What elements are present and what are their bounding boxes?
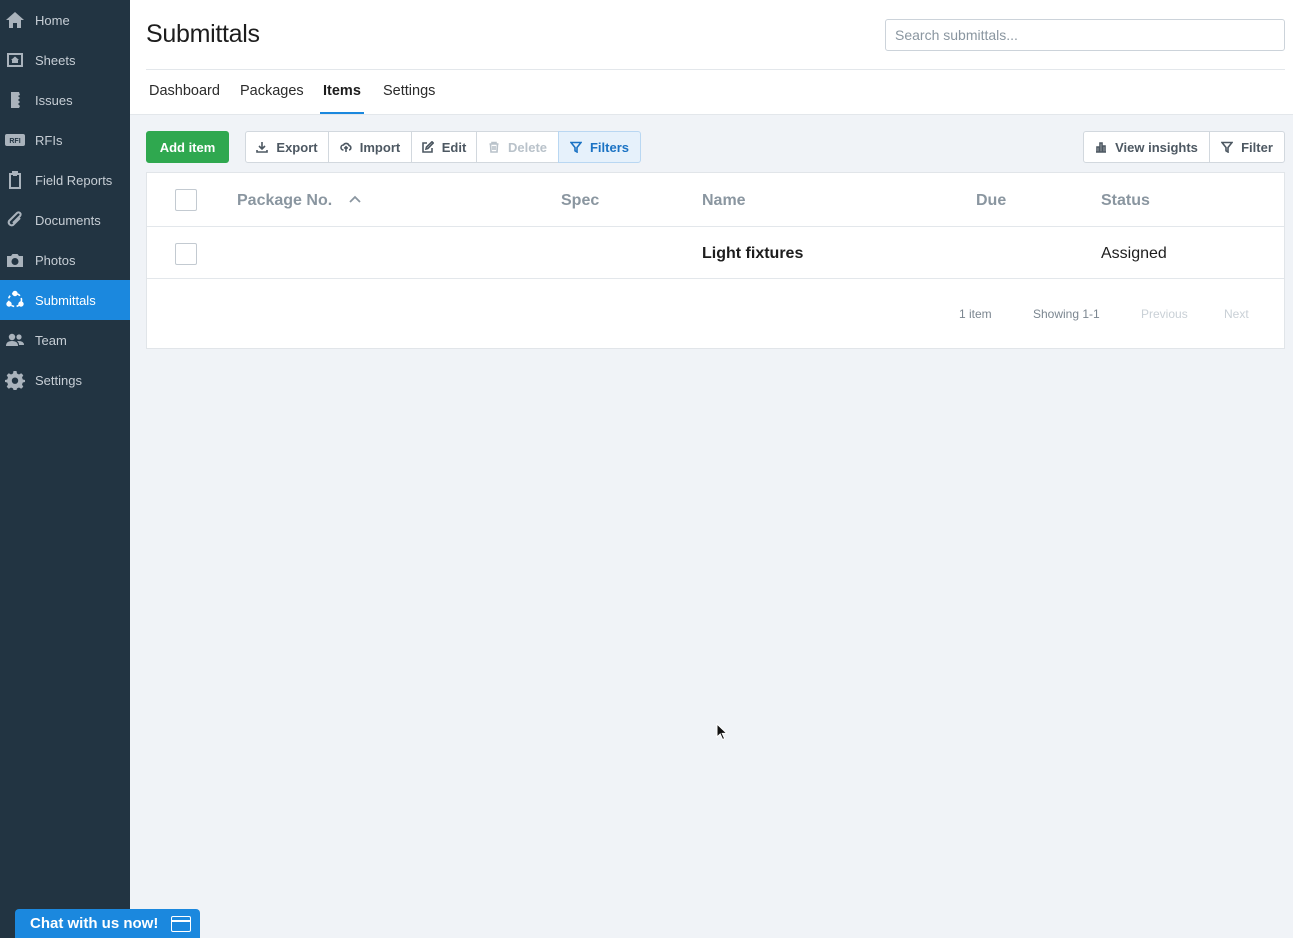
- edit-label: Edit: [441, 139, 467, 155]
- column-header-name[interactable]: Name: [702, 192, 746, 210]
- items-table: Package No. Spec Name Due Status Light f…: [146, 172, 1285, 349]
- team-icon: [4, 329, 26, 351]
- issues-icon: [4, 89, 26, 111]
- view-insights-button[interactable]: View insights: [1083, 131, 1210, 163]
- sidebar-item-settings[interactable]: Settings: [0, 360, 130, 400]
- filters-label: Filters: [589, 139, 629, 155]
- submittals-icon: [4, 289, 26, 311]
- tab-dashboard[interactable]: Dashboard: [149, 70, 220, 115]
- sidebar-item-label: Team: [35, 332, 67, 348]
- cell-name[interactable]: Light fixtures: [702, 245, 803, 263]
- sidebar-item-issues[interactable]: Issues: [0, 80, 130, 120]
- sidebar-item-home[interactable]: Home: [0, 0, 130, 40]
- sidebar-item-label: Photos: [35, 252, 76, 268]
- delete-label: Delete: [507, 139, 548, 155]
- svg-text:RFI: RFI: [9, 138, 20, 145]
- import-button[interactable]: Import: [328, 131, 412, 163]
- mouse-cursor-icon: [716, 723, 728, 741]
- page-title: Submittals: [146, 20, 260, 48]
- camera-icon: [4, 249, 26, 271]
- filter-button[interactable]: Filter: [1209, 131, 1285, 163]
- column-header-status[interactable]: Status: [1101, 192, 1150, 210]
- rfi-icon: RFI: [4, 129, 26, 151]
- view-insights-label: View insights: [1115, 139, 1198, 155]
- clipboard-icon: [4, 169, 26, 191]
- chat-window-icon: [171, 916, 191, 932]
- select-all-checkbox[interactable]: [175, 189, 197, 211]
- header-bottom-border: [130, 114, 1293, 115]
- tab-packages[interactable]: Packages: [240, 70, 304, 115]
- download-icon: [256, 142, 269, 153]
- trash-icon: [489, 141, 499, 153]
- showing-range: Showing 1-1: [1033, 307, 1100, 321]
- sidebar-item-documents[interactable]: Documents: [0, 200, 130, 240]
- import-label: Import: [359, 139, 401, 155]
- column-header-package-no[interactable]: Package No.: [237, 192, 361, 210]
- previous-page-button[interactable]: Previous: [1141, 307, 1188, 321]
- sheets-icon: [4, 49, 26, 71]
- sidebar-item-label: Issues: [35, 92, 73, 108]
- next-page-button[interactable]: Next: [1224, 307, 1249, 321]
- edit-button[interactable]: Edit: [411, 131, 477, 163]
- page-header: Submittals Dashboard Packages Items Sett…: [130, 0, 1293, 115]
- add-item-label: Add item: [159, 139, 216, 155]
- sidebar-item-photos[interactable]: Photos: [0, 240, 130, 280]
- item-count: 1 item: [959, 307, 992, 321]
- tab-items[interactable]: Items: [320, 70, 364, 115]
- filter-label: Filter: [1241, 139, 1273, 155]
- filters-button[interactable]: Filters: [558, 131, 641, 163]
- sidebar-item-label: Sheets: [35, 52, 76, 68]
- sidebar-item-label: Home: [35, 12, 70, 28]
- sidebar-item-label: Field Reports: [35, 172, 113, 188]
- funnel-icon: [569, 141, 582, 153]
- home-icon: [4, 9, 26, 31]
- sidebar-item-label: RFIs: [35, 132, 63, 148]
- gear-icon: [4, 369, 26, 391]
- sidebar-item-rfis[interactable]: RFI RFIs: [0, 120, 130, 160]
- sidebar-item-field-reports[interactable]: Field Reports: [0, 160, 130, 200]
- header-divider: [146, 69, 1285, 70]
- sidebar-item-sheets[interactable]: Sheets: [0, 40, 130, 80]
- sidebar-item-team[interactable]: Team: [0, 320, 130, 360]
- cell-status: Assigned: [1101, 245, 1167, 262]
- add-item-button[interactable]: Add item: [146, 131, 229, 163]
- chat-label: Chat with us now!: [30, 915, 159, 932]
- sidebar-item-label: Documents: [35, 212, 101, 228]
- delete-button[interactable]: Delete: [476, 131, 559, 163]
- tab-settings[interactable]: Settings: [383, 70, 435, 115]
- header-divider: [147, 226, 1284, 227]
- column-header-spec[interactable]: Spec: [561, 192, 599, 210]
- sidebar: Home Sheets Issues RFI RFIs Field Report…: [0, 0, 130, 938]
- funnel-icon: [1221, 141, 1234, 153]
- row-checkbox[interactable]: [175, 243, 197, 265]
- search-input[interactable]: [885, 19, 1285, 51]
- chevron-up-icon: [348, 195, 361, 203]
- sidebar-item-label: Submittals: [35, 292, 96, 308]
- paperclip-icon: [4, 209, 26, 231]
- row-divider: [147, 278, 1284, 279]
- column-header-label: Package No.: [237, 192, 333, 209]
- sidebar-item-submittals[interactable]: Submittals: [0, 280, 130, 320]
- sidebar-item-label: Settings: [35, 372, 82, 388]
- export-label: Export: [276, 139, 318, 155]
- edit-icon: [421, 141, 434, 153]
- chat-widget-button[interactable]: Chat with us now!: [15, 909, 200, 938]
- bar-chart-icon: [1096, 142, 1107, 153]
- column-header-due[interactable]: Due: [976, 192, 1006, 210]
- cloud-upload-icon: [339, 142, 352, 152]
- export-button[interactable]: Export: [245, 131, 329, 163]
